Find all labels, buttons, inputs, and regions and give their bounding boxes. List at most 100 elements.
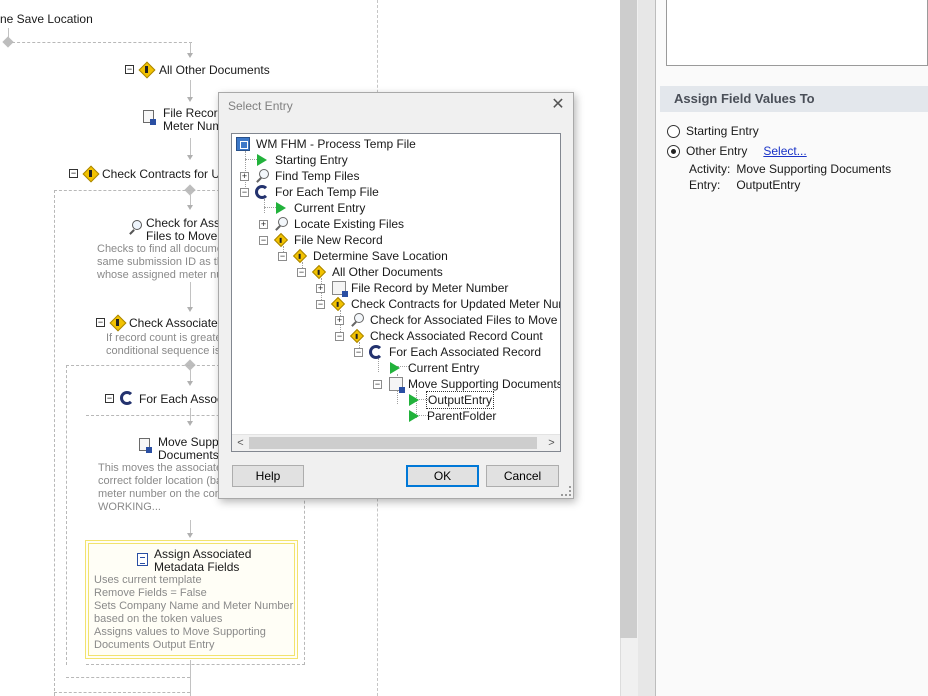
radio-starting-entry[interactable]: Starting Entry	[667, 123, 759, 139]
help-button[interactable]: Help	[232, 465, 304, 487]
entry-icon	[407, 409, 421, 423]
loop-icon	[255, 185, 269, 199]
node-save-location[interactable]: ne Save Location	[0, 13, 93, 26]
resize-grip-icon[interactable]	[561, 486, 571, 496]
radio-label: Starting Entry	[686, 124, 759, 138]
connector	[54, 692, 190, 693]
connector	[54, 190, 55, 696]
connector	[66, 365, 220, 366]
expand-toggle[interactable]: +	[316, 284, 325, 293]
node-assign-metadata-line2[interactable]: Metadata Fields	[154, 561, 239, 574]
connector-arrow	[187, 307, 193, 312]
activity-value: Move Supporting Documents	[736, 162, 892, 176]
document-icon	[143, 110, 156, 125]
entry-icon	[388, 361, 402, 375]
radio-button[interactable]	[667, 124, 680, 138]
select-entry-link[interactable]: Select...	[763, 144, 806, 158]
connector	[66, 365, 67, 665]
close-icon[interactable]: ✕	[549, 96, 567, 114]
panel-splitter[interactable]	[620, 0, 656, 696]
entry-info: Entry: OutputEntry	[689, 178, 800, 192]
collapse-toggle[interactable]: −	[125, 65, 134, 74]
description-line: Checks to find all docume	[97, 243, 223, 255]
tree-item-label: Check for Associated Files to Move	[370, 313, 558, 327]
description-line: meter number on the conti	[98, 488, 227, 500]
collapse-toggle[interactable]: −	[105, 394, 114, 403]
scroll-right-icon[interactable]: >	[543, 435, 560, 451]
collapse-toggle[interactable]: −	[240, 188, 249, 197]
document-icon	[139, 438, 152, 453]
search-icon	[274, 217, 288, 231]
collapse-toggle[interactable]: −	[373, 380, 382, 389]
description-line: Uses current template	[94, 574, 202, 586]
expand-toggle[interactable]: +	[335, 316, 344, 325]
description-textbox[interactable]	[666, 0, 928, 66]
collapse-toggle[interactable]: −	[69, 169, 78, 178]
collapse-toggle[interactable]: −	[316, 300, 325, 309]
description-line: Remove Fields = False	[94, 587, 207, 599]
tree-item-label: ParentFolder	[427, 409, 497, 423]
expand-toggle[interactable]: +	[240, 172, 249, 181]
search-icon	[255, 169, 269, 183]
connector	[54, 190, 220, 191]
connector	[190, 282, 191, 310]
search-icon	[128, 220, 142, 234]
tree-item-label: Check Associated Record Count	[370, 329, 543, 343]
entry-icon	[407, 393, 421, 407]
collapse-toggle[interactable]: −	[354, 348, 363, 357]
tree-item-label: File New Record	[294, 233, 383, 247]
decision-icon	[84, 167, 97, 180]
entry-tree[interactable]: WM FHM - Process Temp File Starting Entr…	[231, 133, 561, 452]
scrollbar-thumb[interactable]	[249, 437, 537, 449]
radio-button-selected[interactable]	[667, 144, 680, 158]
collapse-toggle[interactable]: −	[335, 332, 344, 341]
process-icon	[236, 137, 250, 151]
tree-item-label: Current Entry	[294, 201, 366, 215]
connector	[66, 677, 190, 678]
description-line: This moves the associate	[98, 462, 223, 474]
collapse-toggle[interactable]: −	[96, 318, 105, 327]
node-all-other-documents[interactable]: All Other Documents	[159, 64, 270, 77]
decision-icon	[111, 316, 124, 329]
tree-item-label-selected: OutputEntry	[425, 391, 495, 409]
node-move-supporting-line2[interactable]: Documents	[158, 449, 219, 462]
collapse-toggle[interactable]: −	[278, 252, 287, 261]
tree-line	[264, 199, 265, 213]
description-line: conditional sequence is	[106, 345, 221, 357]
activity-key: Activity:	[689, 162, 731, 176]
connector-arrow	[187, 155, 193, 160]
document-icon	[389, 377, 405, 393]
decision-icon	[330, 296, 346, 312]
search-icon	[350, 313, 364, 327]
entry-key: Entry:	[689, 178, 721, 192]
decision-icon	[292, 248, 308, 264]
select-entry-dialog[interactable]: Select Entry ✕ WM FHM - Process Temp Fil…	[218, 92, 574, 499]
node-check-contracts[interactable]: Check Contracts for Upd	[102, 168, 233, 181]
tree-item-label: File Record by Meter Number	[351, 281, 509, 295]
cancel-button[interactable]: Cancel	[486, 465, 559, 487]
connector-arrow	[187, 97, 193, 102]
node-check-assoc-count[interactable]: Check Associated	[129, 317, 224, 330]
loop-icon	[369, 345, 383, 359]
decision-icon	[140, 63, 153, 76]
node-check-assoc-files-line2[interactable]: Files to Move	[146, 230, 217, 243]
scroll-left-icon[interactable]: <	[232, 435, 249, 451]
radio-other-entry[interactable]: Other Entry Select...	[667, 143, 807, 159]
tree-horizontal-scrollbar[interactable]: < >	[232, 434, 560, 451]
decision-icon	[349, 328, 365, 344]
description-line: whose assigned meter nur	[97, 269, 227, 281]
expand-toggle[interactable]: +	[259, 220, 268, 229]
tree-item-label: For Each Temp File	[275, 185, 379, 199]
ok-button[interactable]: OK	[406, 465, 479, 487]
connector-arrow	[187, 533, 193, 538]
description-line: WORKING...	[98, 501, 161, 513]
tree-item-label: WM FHM - Process Temp File	[256, 137, 416, 151]
tree-item-label: Locate Existing Files	[294, 217, 405, 231]
scrollbar-thumb[interactable]	[620, 0, 637, 638]
collapse-toggle[interactable]: −	[297, 268, 306, 277]
tree-item-label: Starting Entry	[275, 153, 348, 167]
template-icon	[137, 553, 148, 566]
collapse-toggle[interactable]: −	[259, 236, 268, 245]
description-line: correct folder location (ba	[98, 475, 223, 487]
connector-arrow	[187, 53, 193, 58]
